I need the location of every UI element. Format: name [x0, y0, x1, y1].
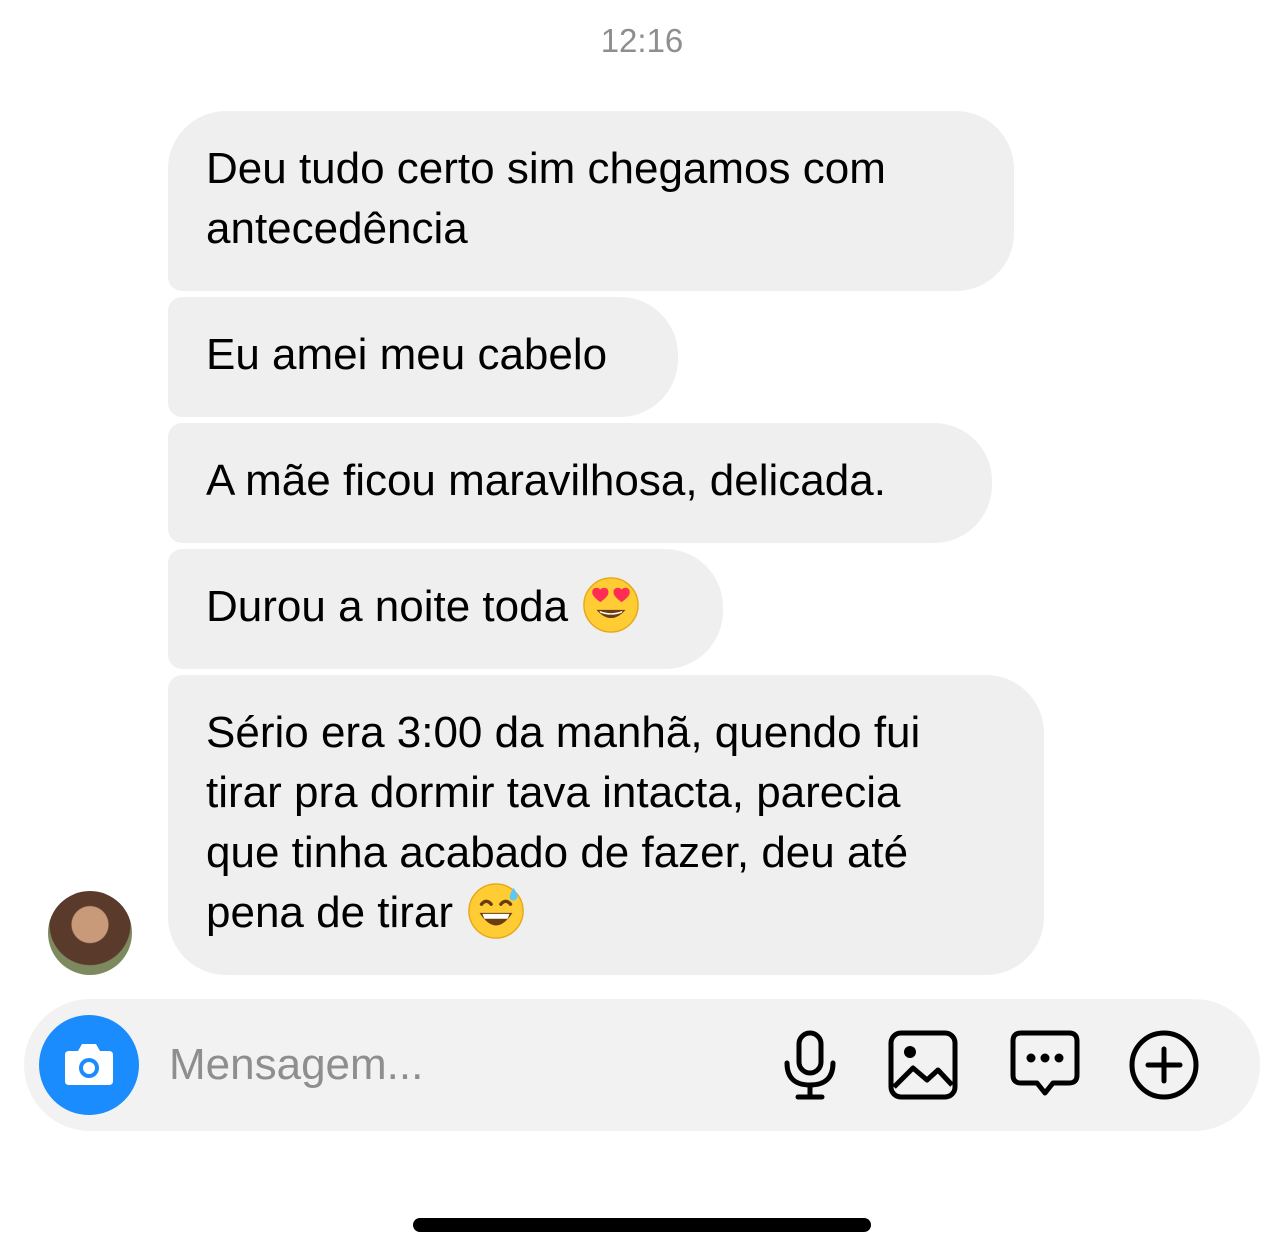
- message-line: Deu tudo certo sim chegamos com: [206, 144, 886, 193]
- message-line: Sério era 3:00 da manhã, quendo fui: [206, 708, 921, 757]
- avatar[interactable]: [48, 891, 132, 975]
- heart-eyes-emoji: [583, 577, 639, 634]
- plus-button[interactable]: [1126, 1027, 1202, 1103]
- message-bubble[interactable]: Durou a noite toda: [168, 549, 723, 669]
- camera-icon: [65, 1044, 113, 1085]
- gallery-button[interactable]: [885, 1027, 961, 1103]
- home-indicator[interactable]: [413, 1218, 871, 1232]
- sticker-chat-icon: [1010, 1030, 1080, 1096]
- message-line: Durou a noite toda: [206, 577, 685, 637]
- message-line: Eu amei meu cabelo: [206, 330, 608, 379]
- message-bubble[interactable]: Eu amei meu cabelo: [168, 297, 678, 417]
- plus-circle-icon: [1129, 1030, 1199, 1100]
- microphone-button[interactable]: [772, 1027, 848, 1103]
- sticker-chat-button[interactable]: [1007, 1027, 1083, 1103]
- message-composer: [24, 999, 1260, 1131]
- message-line: antecedência: [206, 204, 468, 253]
- message-line: pena de tirar: [206, 883, 1006, 943]
- message-line: A mãe ficou maravilhosa, delicada.: [206, 456, 886, 505]
- message-text: Durou a noite toda: [206, 582, 569, 631]
- gallery-icon: [888, 1030, 958, 1100]
- message-bubble[interactable]: Deu tudo certo sim chegamos com antecedê…: [168, 111, 1014, 291]
- message-input[interactable]: [169, 1035, 749, 1095]
- message-line: que tinha acabado de fazer, deu até: [206, 828, 909, 877]
- message-line: tirar pra dormir tava intacta, parecia: [206, 768, 901, 817]
- timestamp: 12:16: [600, 22, 684, 59]
- message-bubble[interactable]: A mãe ficou maravilhosa, delicada.: [168, 423, 992, 543]
- grinning-sweat-emoji: [468, 883, 524, 940]
- message-bubble[interactable]: Sério era 3:00 da manhã, quendo fui tira…: [168, 675, 1044, 975]
- camera-button[interactable]: [39, 1015, 139, 1115]
- microphone-icon: [784, 1030, 836, 1100]
- message-text: pena de tirar: [206, 888, 454, 937]
